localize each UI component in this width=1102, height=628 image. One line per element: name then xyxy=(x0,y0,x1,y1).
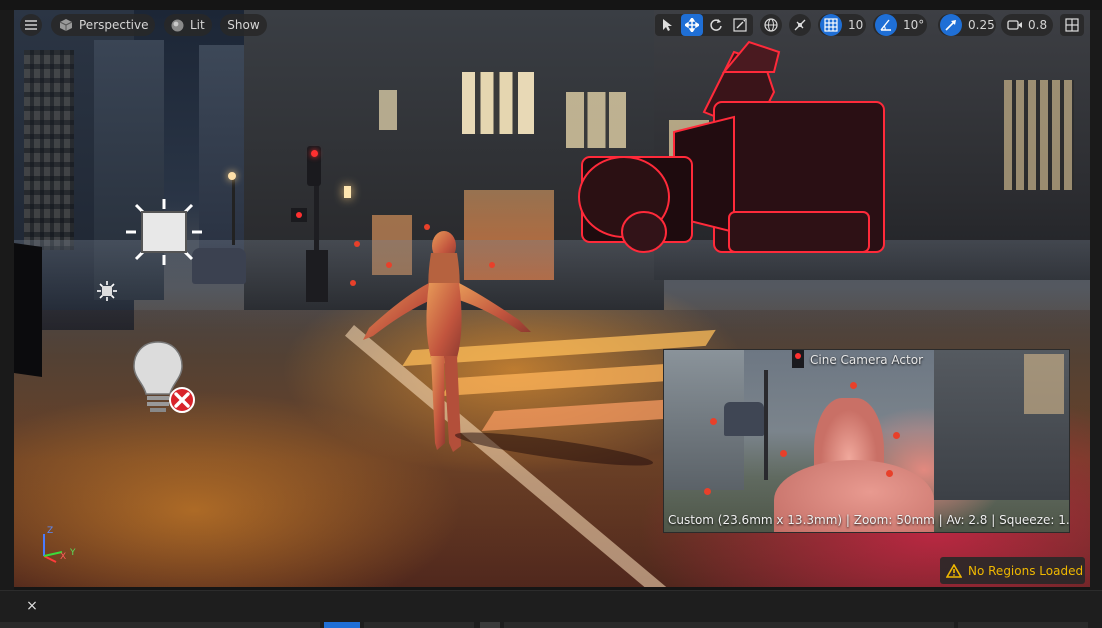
surface-snap-icon xyxy=(794,19,806,31)
rotation-snap-group[interactable]: 10° xyxy=(873,14,927,36)
preview-sphere xyxy=(704,488,711,495)
scale-icon xyxy=(733,18,747,32)
rotate-mode-button[interactable] xyxy=(705,14,727,36)
grid-icon xyxy=(824,18,838,32)
translate-mode-button[interactable] xyxy=(681,14,703,36)
axis-label-z: Z xyxy=(47,526,54,536)
layout-grid-icon xyxy=(1065,18,1079,32)
level-viewport[interactable]: Z X Y Cine Camera Actor Custom (23.6mm x… xyxy=(14,10,1090,587)
panel-strip xyxy=(958,622,1088,628)
left-edge xyxy=(0,10,14,590)
top-strip xyxy=(0,0,1102,10)
viewport-layout-button[interactable] xyxy=(1060,14,1084,36)
video-camera-icon xyxy=(1007,20,1022,30)
rotate-icon xyxy=(710,19,722,31)
axis-label-y: Y xyxy=(70,548,76,558)
preview-sphere xyxy=(886,470,893,477)
panel-strip xyxy=(0,622,320,628)
preview-car xyxy=(724,402,764,436)
preview-sphere xyxy=(893,432,900,439)
cursor-icon xyxy=(663,19,672,31)
editor-window: Z X Y Cine Camera Actor Custom (23.6mm x… xyxy=(0,0,1102,628)
diagonal-arrow-icon xyxy=(945,20,956,31)
transform-tools-group xyxy=(655,14,753,36)
grid-snap-value[interactable]: 10 xyxy=(848,18,863,32)
preview-sphere xyxy=(710,418,717,425)
camera-preview[interactable]: Cine Camera Actor Custom (23.6mm x 13.3m… xyxy=(663,349,1070,533)
rotation-snap-value[interactable]: 10° xyxy=(903,18,924,32)
scale-mode-button[interactable] xyxy=(729,14,751,36)
lighting-mode-lit-button[interactable]: Lit xyxy=(164,14,212,36)
globe-icon xyxy=(764,18,778,32)
right-edge xyxy=(1090,10,1102,590)
camera-speed-value: 0.8 xyxy=(1028,18,1048,32)
move-arrows-icon xyxy=(685,18,699,32)
lighting-mode-label: Lit xyxy=(190,18,205,32)
scale-snap-group[interactable]: 0.25 xyxy=(938,14,996,36)
grid-snap-group[interactable]: 10 xyxy=(818,14,866,36)
scale-snap-toggle[interactable] xyxy=(940,14,962,36)
view-mode-label: Perspective xyxy=(79,18,149,32)
window-lit xyxy=(462,72,534,134)
axis-label-x: X xyxy=(60,552,67,562)
camera-speed-button[interactable]: 0.8 xyxy=(1001,14,1053,36)
preview-window-lit xyxy=(1024,354,1064,414)
building-left-windows xyxy=(24,50,74,250)
cine-camera-actor-mesh[interactable] xyxy=(564,32,894,282)
preview-sphere xyxy=(780,450,787,457)
grid-snap-toggle[interactable] xyxy=(820,14,842,36)
active-tab-indicator[interactable] xyxy=(324,622,360,628)
window-lit xyxy=(379,90,397,130)
regions-label: No Regions Loaded xyxy=(968,563,1084,578)
close-icon[interactable]: × xyxy=(22,597,42,615)
traffic-light xyxy=(307,146,321,186)
preview-sphere xyxy=(850,382,857,389)
view-mode-perspective-button[interactable]: Perspective xyxy=(51,14,155,36)
preview-traffic-light xyxy=(792,350,804,368)
sky-light-icon[interactable] xyxy=(124,197,204,267)
preview-pole xyxy=(764,370,768,480)
show-flags-button[interactable]: Show xyxy=(220,14,267,36)
scale-snap-value[interactable]: 0.25 xyxy=(968,18,995,32)
angle-icon xyxy=(880,19,891,31)
show-label: Show xyxy=(227,18,260,32)
point-light-error-icon[interactable] xyxy=(132,340,196,416)
dark-pillar xyxy=(14,243,42,377)
surface-snapping-button[interactable] xyxy=(789,14,811,36)
cube-icon xyxy=(59,19,73,31)
street-lamp xyxy=(232,175,235,245)
bin xyxy=(306,250,328,302)
no-regions-status[interactable]: No Regions Loaded xyxy=(940,557,1085,584)
traffic-light xyxy=(291,208,307,222)
point-light-small-icon[interactable] xyxy=(96,280,118,302)
rotation-snap-toggle[interactable] xyxy=(875,14,897,36)
viewport-menu-button[interactable] xyxy=(20,14,42,36)
select-mode-button[interactable] xyxy=(657,14,679,36)
panel-strip xyxy=(480,622,500,628)
world-space-button[interactable] xyxy=(760,14,782,36)
panel-strip xyxy=(504,622,954,628)
bottom-panel-bar: × xyxy=(0,590,1102,628)
character-mannequin[interactable] xyxy=(349,228,539,456)
preview-title: Cine Camera Actor xyxy=(810,353,923,367)
street-lamp xyxy=(228,172,236,180)
hamburger-icon xyxy=(25,20,37,30)
preview-camera-info: Custom (23.6mm x 13.3mm) | Zoom: 50mm | … xyxy=(668,513,1070,527)
sphere-icon xyxy=(171,19,184,31)
window-lit xyxy=(1004,80,1074,190)
warning-icon xyxy=(946,563,962,578)
street-lamp xyxy=(344,186,351,198)
panel-strip xyxy=(364,622,474,628)
